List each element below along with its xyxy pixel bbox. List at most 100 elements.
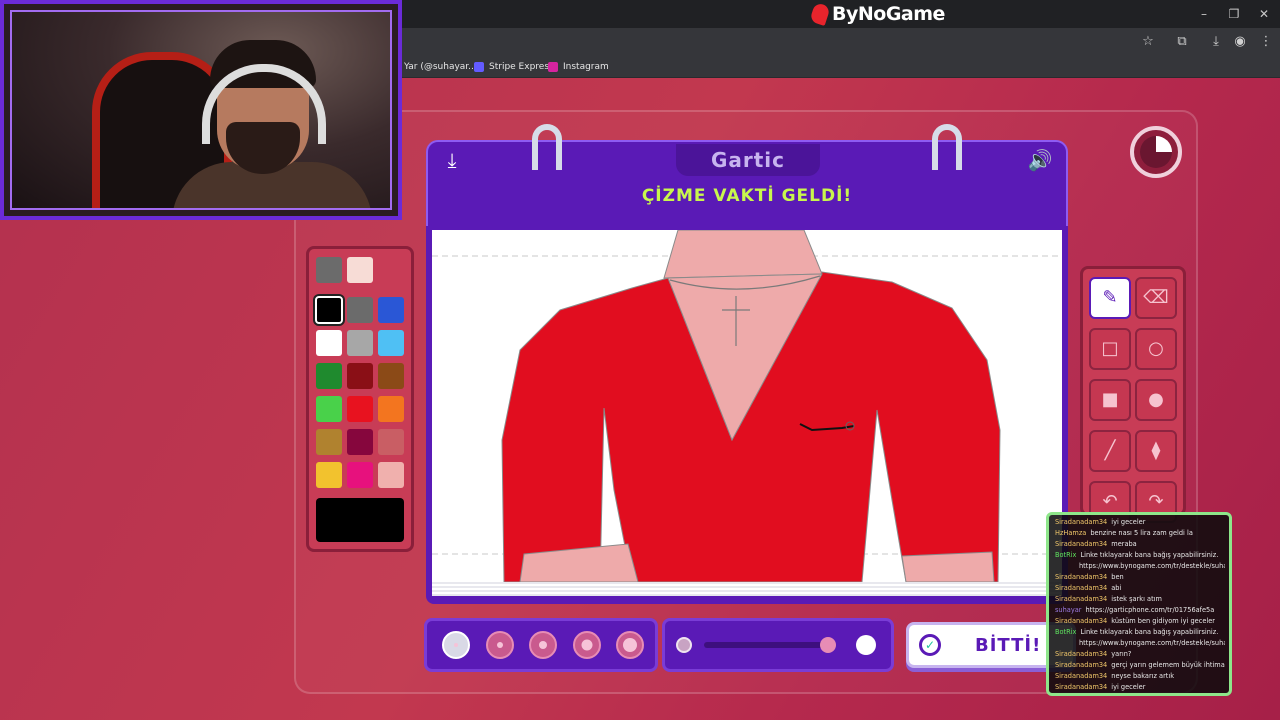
color-swatch[interactable] <box>316 429 342 455</box>
chat-username: Siradanadam34 <box>1055 661 1108 669</box>
brush-size-dot <box>581 639 592 651</box>
download-icon[interactable]: ⤓ <box>1208 34 1224 50</box>
color-swatch[interactable] <box>378 297 404 323</box>
chat-username: HzHamza <box>1055 529 1087 537</box>
check-icon: ✓ <box>919 634 941 656</box>
color-swatch[interactable] <box>347 396 373 422</box>
chat-username: Siradanadam34 <box>1055 672 1108 680</box>
chat-username: Siradanadam34 <box>1055 573 1108 581</box>
color-swatch[interactable] <box>347 429 373 455</box>
webcam-overlay <box>0 0 402 220</box>
bookmark-star-icon[interactable]: ☆ <box>1140 34 1156 50</box>
color-swatch[interactable] <box>378 429 404 455</box>
chat-message: BotRix Linke tıklayarak bana bağış yapabi… <box>1055 627 1225 638</box>
brush-size-dot <box>539 641 547 649</box>
bookmark-stripe[interactable]: Stripe Express <box>474 60 554 74</box>
chat-message: Siradanadam34 iyi geceler <box>1055 517 1225 528</box>
chat-text: neyse bakarız artık <box>1111 672 1175 680</box>
pencil-tool[interactable]: ✎ <box>1089 277 1131 319</box>
line-tool[interactable]: ╱ <box>1089 430 1131 472</box>
board-paper-edge <box>432 582 1062 596</box>
color-swatch[interactable] <box>347 363 373 389</box>
bookmark-label: Yar (@suhayar.... <box>404 62 480 72</box>
color-swatch[interactable] <box>347 462 373 488</box>
chat-message: HzHamza benzine nası 5 lira zam geldi la <box>1055 528 1225 539</box>
brush-size-button[interactable] <box>485 631 514 659</box>
binder-ring-icon <box>532 124 562 170</box>
chat-username: BotRix <box>1055 551 1077 559</box>
chat-text: https://garticphone.com/tr/01756afe5a <box>1085 606 1215 614</box>
chat-text: https://www.bynogame.com/tr/destekle/suh… <box>1079 562 1225 570</box>
chat-username: suhayar <box>1055 606 1082 614</box>
chat-message: BotRix Linke tıklayarak bana bağış yapabi… <box>1055 550 1225 561</box>
color-swatch[interactable] <box>378 363 404 389</box>
color-swatch[interactable] <box>315 296 343 324</box>
chat-text: meraba <box>1111 540 1137 548</box>
chat-text: gerçi yarın gelemem büyük ihtimal <box>1111 661 1225 669</box>
extensions-icon[interactable]: ⧉ <box>1174 34 1190 50</box>
fill-bucket-icon: ⧫ <box>1151 440 1161 461</box>
eraser-icon: ⌫ <box>1143 287 1169 308</box>
color-swatch[interactable] <box>347 297 373 323</box>
volume-button[interactable]: 🔊 <box>1026 148 1054 172</box>
brush-size-button[interactable] <box>572 631 601 659</box>
brand-name: ByNoGame <box>832 3 945 25</box>
opacity-slider[interactable] <box>704 642 834 648</box>
chat-text: benzine nası 5 lira zam geldi la <box>1090 529 1193 537</box>
opacity-slider-knob[interactable] <box>819 637 836 653</box>
drawing <box>432 230 1062 582</box>
chat-message: Siradanadam34 gerçi yarın gelemem büyük i… <box>1055 660 1225 671</box>
color-swatch[interactable] <box>316 330 342 356</box>
rectangle-outline-icon: □ <box>1101 338 1119 359</box>
chat-text: Linke tıklayarak bana bağış yapabilirsin… <box>1080 628 1219 636</box>
minimize-icon[interactable]: – <box>1194 4 1214 24</box>
color-swatch[interactable] <box>316 462 342 488</box>
color-swatch[interactable] <box>316 257 342 283</box>
binder-ring-icon <box>932 124 962 170</box>
drawing-canvas[interactable] <box>432 230 1062 582</box>
chat-message: https://www.bynogame.com/tr/destekle/suh… <box>1055 561 1225 572</box>
chat-message: Siradanadam34 küstüm ben gidiyom iyi gece… <box>1055 616 1225 627</box>
color-swatch[interactable] <box>378 396 404 422</box>
ellipse-outline-icon: ○ <box>1148 338 1164 359</box>
color-swatch[interactable] <box>316 396 342 422</box>
chat-message: suhayar https://garticphone.com/tr/01756a… <box>1055 605 1225 616</box>
rectangle-outline-tool[interactable]: □ <box>1089 328 1131 370</box>
restore-icon[interactable]: ❐ <box>1224 4 1244 24</box>
chat-username: Siradanadam34 <box>1055 518 1108 526</box>
color-swatch[interactable] <box>378 330 404 356</box>
profile-icon[interactable]: ◉ <box>1232 34 1248 50</box>
chat-username: Siradanadam34 <box>1055 540 1108 548</box>
rectangle-fill-tool[interactable]: ■ <box>1089 379 1131 421</box>
brand-logo: ByNoGame <box>809 2 945 26</box>
brush-size-button[interactable] <box>616 631 644 659</box>
chat-message: Siradanadam34 ben <box>1055 572 1225 583</box>
color-swatch[interactable] <box>316 363 342 389</box>
stripe-icon <box>474 62 484 72</box>
chat-text: Linke tıklayarak bana bağış yapabilirsin… <box>1080 551 1219 559</box>
download-drawing-button[interactable]: ⤓ <box>440 148 464 172</box>
brush-size-button[interactable] <box>442 631 470 659</box>
bookmark-suhayar[interactable]: Yar (@suhayar.... <box>404 60 480 74</box>
download-icon: ⤓ <box>447 148 457 172</box>
eraser-tool[interactable]: ⌫ <box>1135 277 1177 319</box>
fill-bucket-tool[interactable]: ⧫ <box>1135 430 1177 472</box>
done-button-label: BİTTİ! <box>975 634 1042 656</box>
menu-icon[interactable]: ⋮ <box>1258 34 1274 50</box>
brush-size-dot <box>623 638 637 652</box>
ellipse-outline-tool[interactable]: ○ <box>1135 328 1177 370</box>
color-swatch[interactable] <box>347 330 373 356</box>
brush-size-button[interactable] <box>529 631 557 659</box>
color-swatch[interactable] <box>347 257 373 283</box>
color-swatch[interactable] <box>378 462 404 488</box>
bookmark-instagram[interactable]: Instagram <box>548 60 609 74</box>
current-color-preview <box>316 498 404 542</box>
close-icon[interactable]: ✕ <box>1254 4 1274 24</box>
bookmark-label: Instagram <box>563 62 609 72</box>
ellipse-fill-tool[interactable]: ● <box>1135 379 1177 421</box>
chat-message: Siradanadam34 neyse bakarız artık <box>1055 671 1225 682</box>
chat-message: Siradanadam34 yarın? <box>1055 649 1225 660</box>
chat-text: istek şarkı atım <box>1111 595 1162 603</box>
chat-text: iyi geceler <box>1111 518 1146 526</box>
chat-message: https://www.bynogame.com/tr/destekle/suh… <box>1055 638 1225 649</box>
